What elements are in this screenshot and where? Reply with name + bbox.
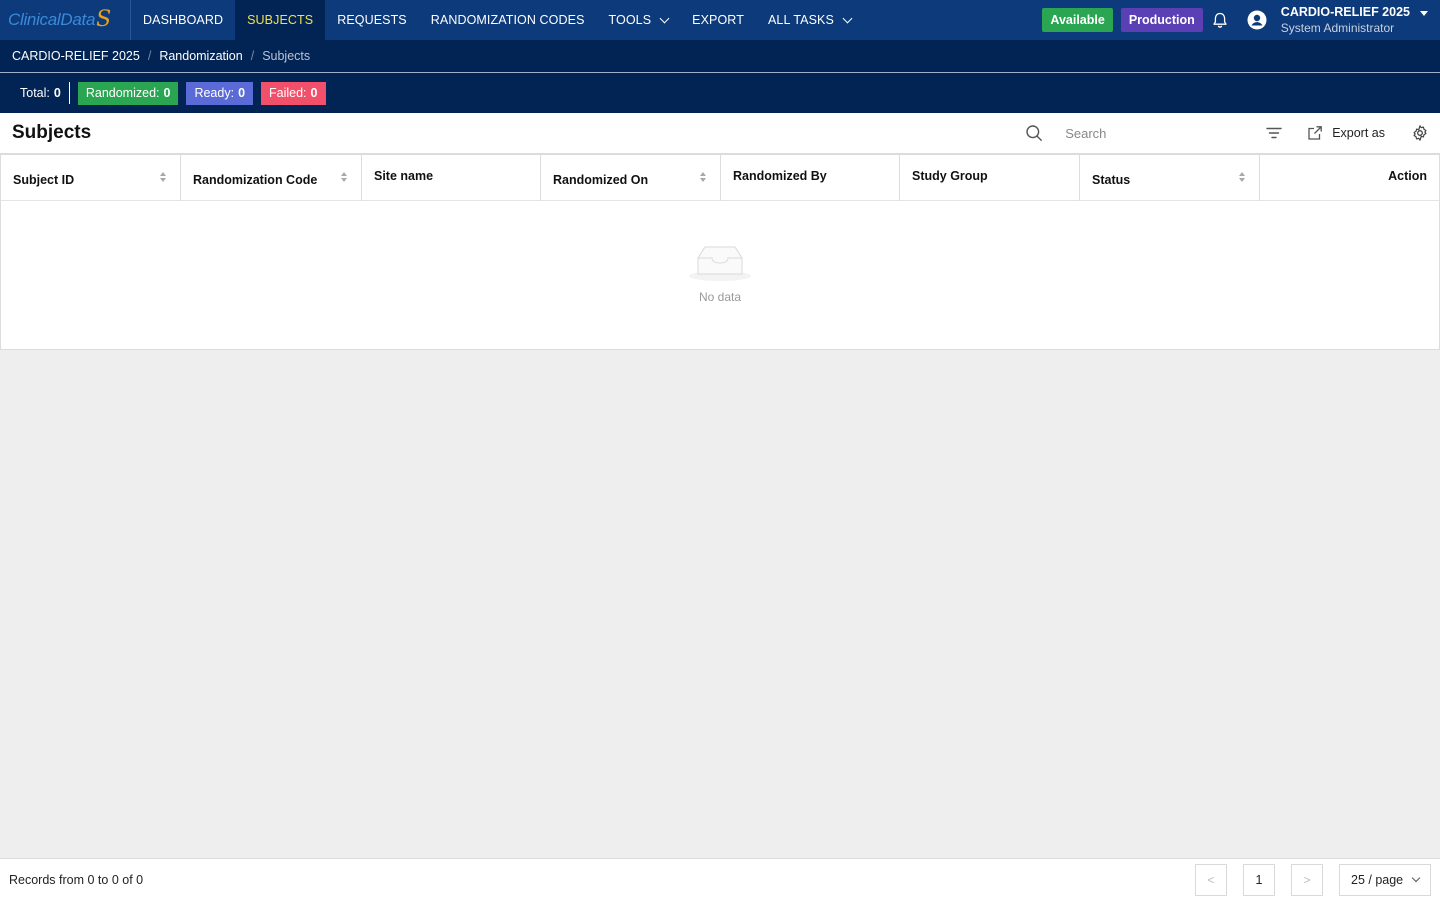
environment-badge[interactable]: Production [1120, 8, 1203, 32]
page-size-select[interactable]: 25 / page [1339, 863, 1431, 896]
breadcrumb-randomization[interactable]: Randomization [159, 49, 242, 63]
logo-text: ClinicalData [8, 10, 96, 29]
sort-icon[interactable] [700, 172, 706, 182]
header-right: Available Production CARDIO-RELIEF 2025 … [1042, 0, 1440, 40]
col-study-group-label: Study Group [912, 169, 988, 183]
stat-failed-value: 0 [310, 86, 318, 100]
caret-down-icon[interactable] [1420, 10, 1428, 16]
user-study-name: CARDIO-RELIEF 2025 [1280, 5, 1410, 19]
nav-export[interactable]: EXPORT [680, 0, 756, 40]
stat-total-value: 0 [53, 86, 61, 100]
gear-icon[interactable] [1411, 124, 1429, 142]
col-subject-id-label: Subject ID [13, 173, 75, 187]
stat-ready-label: Ready: [194, 86, 235, 100]
col-study-group: Study Group [900, 155, 1080, 201]
export-icon [1308, 126, 1323, 140]
nav-all-tasks-label: ALL TASKS [767, 13, 834, 27]
table-header: Subject ID Randomization Code Site name … [1, 155, 1439, 201]
sort-icon[interactable] [1239, 172, 1245, 182]
stat-total: Total: 0 [20, 82, 70, 104]
page-title: Subjects [12, 122, 92, 143]
nav-export-label: EXPORT [692, 13, 744, 27]
table-body-empty: No data [1, 201, 1439, 349]
breadcrumb-separator: / [147, 49, 152, 63]
col-status[interactable]: Status [1080, 155, 1260, 201]
stat-total-label: Total: [20, 86, 50, 100]
nav-all-tasks[interactable]: ALL TASKS [756, 0, 863, 40]
chevron-down-icon [659, 13, 670, 23]
breadcrumb-subjects: Subjects [262, 49, 311, 63]
nav-randomization-codes-label: RANDOMIZATION CODES [430, 13, 585, 27]
nav-dashboard-label: DASHBOARD [143, 13, 224, 27]
nav-subjects[interactable]: SUBJECTS [235, 0, 326, 40]
export-as-button[interactable]: Export as [1307, 125, 1385, 141]
nav-requests[interactable]: REQUESTS [325, 0, 419, 40]
search-icon[interactable] [1025, 124, 1043, 142]
records-summary: Records from 0 to 0 of 0 [9, 872, 144, 887]
pagination: < 1 > 25 / page [1195, 863, 1431, 896]
sort-icon[interactable] [341, 172, 347, 182]
nav-tools-label: TOOLS [608, 13, 652, 27]
page-size-label: 25 / page [1351, 872, 1404, 887]
table-footer: Records from 0 to 0 of 0 < 1 > 25 / page [0, 858, 1440, 900]
export-as-label: Export as [1332, 126, 1385, 140]
nav-tools[interactable]: TOOLS [597, 0, 681, 40]
nav-randomization-codes[interactable]: RANDOMIZATION CODES [419, 0, 597, 40]
col-randomization-code[interactable]: Randomization Code [181, 155, 362, 201]
col-action-label: Action [1388, 169, 1427, 183]
sort-icon[interactable] [160, 172, 166, 182]
subjects-table: Subject ID Randomization Code Site name … [0, 154, 1440, 350]
app-logo[interactable]: ClinicalData S [0, 0, 131, 40]
col-randomized-on-label: Randomized On [553, 173, 649, 187]
nav-dashboard[interactable]: DASHBOARD [131, 0, 235, 40]
breadcrumb: CARDIO-RELIEF 2025 / Randomization / Sub… [0, 40, 1440, 73]
top-navbar: ClinicalData S DASHBOARD SUBJECTS REQUES… [0, 0, 1440, 40]
stat-randomized-value: 0 [163, 86, 171, 100]
logo-mark: S [96, 7, 112, 32]
chevron-down-icon [842, 13, 853, 23]
col-status-label: Status [1092, 173, 1131, 187]
empty-text: No data [698, 290, 742, 304]
col-randomized-by: Randomized By [721, 155, 900, 201]
col-randomization-code-label: Randomization Code [193, 173, 318, 187]
stat-ready-value: 0 [238, 86, 246, 100]
stat-failed[interactable]: Failed: 0 [261, 81, 326, 105]
chevron-right-icon: > [1303, 872, 1311, 887]
col-action: Action [1260, 155, 1439, 201]
user-role: System Administrator [1280, 21, 1395, 35]
search-input[interactable] [1065, 125, 1256, 141]
stats-bar: Total: 0 Randomized: 0 Ready: 0 Failed: … [0, 73, 1440, 113]
breadcrumb-separator: / [250, 49, 255, 63]
next-page-button[interactable]: > [1291, 863, 1323, 896]
stat-randomized-label: Randomized: [85, 86, 160, 100]
empty-inbox-icon [689, 246, 751, 281]
nav-subjects-label: SUBJECTS [247, 13, 314, 27]
col-randomized-on[interactable]: Randomized On [541, 155, 721, 201]
user-menu[interactable]: CARDIO-RELIEF 2025 System Administrator [1281, 4, 1410, 36]
col-site-name-label: Site name [374, 169, 434, 183]
available-badge[interactable]: Available [1042, 8, 1113, 32]
col-subject-id[interactable]: Subject ID [1, 155, 181, 201]
user-avatar-icon[interactable] [1247, 10, 1267, 30]
stat-ready[interactable]: Ready: 0 [186, 81, 254, 105]
main-nav: DASHBOARD SUBJECTS REQUESTS RANDOMIZATIO… [131, 0, 863, 40]
bell-icon[interactable] [1211, 11, 1229, 29]
stat-randomized[interactable]: Randomized: 0 [77, 81, 179, 105]
stat-failed-label: Failed: [269, 86, 307, 100]
filter-icon[interactable] [1265, 124, 1283, 142]
subjects-toolbar: Subjects Export as [0, 113, 1440, 154]
search-box [1025, 124, 1256, 142]
col-randomized-by-label: Randomized By [733, 169, 827, 183]
chevron-left-icon: < [1207, 872, 1215, 887]
chevron-down-icon [1411, 873, 1421, 883]
page-1-button[interactable]: 1 [1243, 863, 1275, 896]
prev-page-button[interactable]: < [1195, 863, 1227, 896]
breadcrumb-study[interactable]: CARDIO-RELIEF 2025 [12, 49, 140, 63]
nav-requests-label: REQUESTS [337, 13, 407, 27]
col-site-name: Site name [362, 155, 541, 201]
